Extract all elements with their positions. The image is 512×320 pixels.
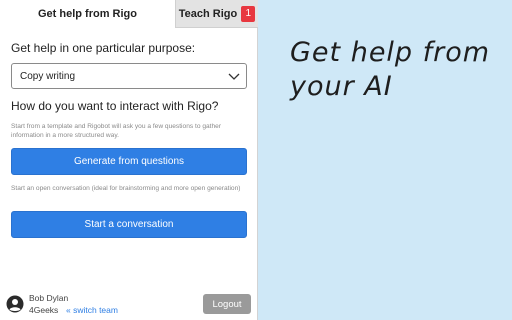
generate-button-label: Generate from questions xyxy=(73,156,185,167)
tab-get-help[interactable]: Get help from Rigo xyxy=(0,0,175,28)
logout-button-label: Logout xyxy=(212,298,242,310)
user-avatar-icon xyxy=(6,295,24,313)
chevron-down-icon xyxy=(228,73,240,80)
tab-teach-rigo[interactable]: Teach Rigo 1 xyxy=(175,0,258,28)
promo-headline: Get help from your AI xyxy=(290,36,500,104)
team-name: 4Geeks xyxy=(29,305,59,315)
purpose-select[interactable]: Copy writing xyxy=(11,63,247,89)
promo-headline-line1: Get help from xyxy=(290,37,491,68)
start-conversation-button[interactable]: Start a conversation xyxy=(11,211,247,238)
user-name: Bob Dylan xyxy=(29,293,69,303)
purpose-select-value: Copy writing xyxy=(20,70,76,82)
logout-button[interactable]: Logout xyxy=(203,294,251,314)
promo-headline-line2: your AI xyxy=(290,71,393,102)
tab-get-help-label: Get help from Rigo xyxy=(38,8,137,20)
purpose-heading: Get help in one particular purpose: xyxy=(11,41,196,55)
conversation-button-label: Start a conversation xyxy=(84,219,174,230)
sidebar-panel: Get help from Rigo Teach Rigo 1 Get help… xyxy=(0,0,258,320)
tab-bar: Get help from Rigo Teach Rigo 1 xyxy=(0,0,258,28)
interact-heading: How do you want to interact with Rigo? xyxy=(11,99,219,113)
tab-teach-rigo-label: Teach Rigo xyxy=(178,7,238,20)
conversation-description: Start an open conversation (ideal for br… xyxy=(11,185,241,192)
generate-from-questions-button[interactable]: Generate from questions xyxy=(11,148,247,175)
notification-badge: 1 xyxy=(241,5,256,22)
user-footer: Bob Dylan 4Geeks « switch team Logout xyxy=(6,293,256,317)
template-description: Start from a template and Rigobot will a… xyxy=(11,123,222,139)
switch-team-link[interactable]: « switch team xyxy=(66,305,118,315)
